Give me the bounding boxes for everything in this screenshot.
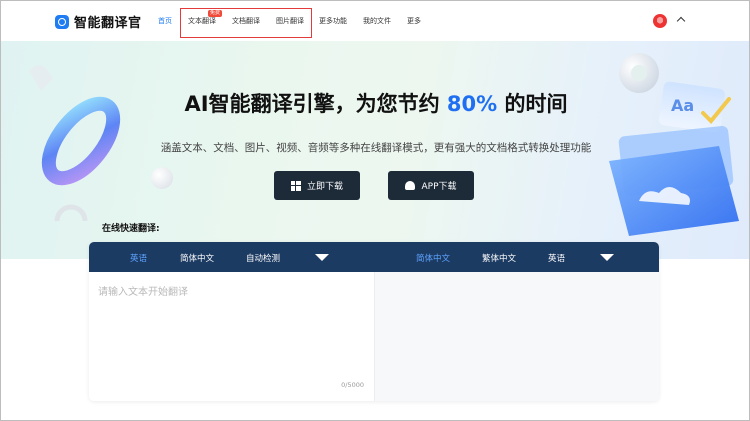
logo[interactable]: 智能翻译官 [55, 12, 142, 31]
download-button-label: 立即下载 [306, 182, 343, 192]
translator-panel: 英语 简体中文 自动检测 简体中文 繁体中文 英语 0/5000 [89, 242, 659, 401]
hero-title-suffix: 的时间 [497, 92, 568, 116]
nav-item-my-files[interactable]: 我的文件 [363, 16, 391, 26]
app-download-button[interactable]: APP下载 [388, 171, 474, 200]
download-button[interactable]: 立即下载 [274, 171, 360, 200]
quick-translate-title: 在线快速翻译: [102, 224, 160, 234]
chevron-up-icon[interactable] [676, 16, 686, 26]
hero-title: AI智能翻译引擎，为您节约 80% 的时间 [1, 88, 749, 118]
source-lang-dropdown-icon[interactable] [315, 254, 329, 261]
nav-item-more-features[interactable]: 更多功能 [319, 16, 347, 26]
language-bar: 英语 简体中文 自动检测 简体中文 繁体中文 英语 [89, 242, 659, 272]
brand-name: 智能翻译官 [74, 16, 142, 31]
target-lang-english[interactable]: 英语 [548, 252, 565, 264]
hero-title-accent: 80% [446, 92, 498, 116]
windows-icon [290, 180, 301, 191]
source-lang-auto-detect[interactable]: 自动检测 [246, 252, 280, 264]
left-decoration-illustration [29, 65, 121, 221]
decorative-sphere [151, 167, 173, 189]
source-lang-english[interactable]: 英语 [130, 252, 147, 264]
nav-item-more[interactable]: 更多 [407, 16, 421, 26]
avatar[interactable] [653, 14, 667, 28]
translation-output-area [374, 272, 659, 401]
hero-banner: Aa AI智能翻译引擎，为您节约 80% 的时间 涵盖文本、文档、图片、视频、音… [1, 41, 749, 259]
target-lang-traditional-chinese[interactable]: 繁体中文 [482, 252, 516, 264]
highlight-annotation [180, 8, 312, 38]
source-text-area: 0/5000 [89, 272, 374, 401]
target-lang-dropdown-icon[interactable] [600, 254, 614, 261]
character-counter: 0/5000 [341, 381, 364, 389]
nav-item-home[interactable]: 首页 [158, 16, 172, 26]
android-icon [405, 181, 416, 190]
app-download-button-label: APP下载 [421, 182, 457, 192]
hero-subtitle: 涵盖文本、文档、图片、视频、音频等多种在线翻译模式，更有强大的文档格式转换处理功… [160, 142, 592, 154]
hero-title-prefix: AI智能翻译引擎，为您节约 [184, 92, 447, 116]
source-text-input[interactable] [89, 272, 374, 401]
top-navigation: 智能翻译官 首页 文本翻译 文档翻译 图片翻译 更多功能 我的文件 更多 免费 [1, 1, 749, 41]
target-lang-simplified-chinese[interactable]: 简体中文 [416, 252, 450, 264]
page-frame: 智能翻译官 首页 文本翻译 文档翻译 图片翻译 更多功能 我的文件 更多 免费 [0, 0, 750, 421]
source-lang-simplified-chinese[interactable]: 简体中文 [180, 252, 214, 264]
logo-icon [55, 14, 69, 29]
